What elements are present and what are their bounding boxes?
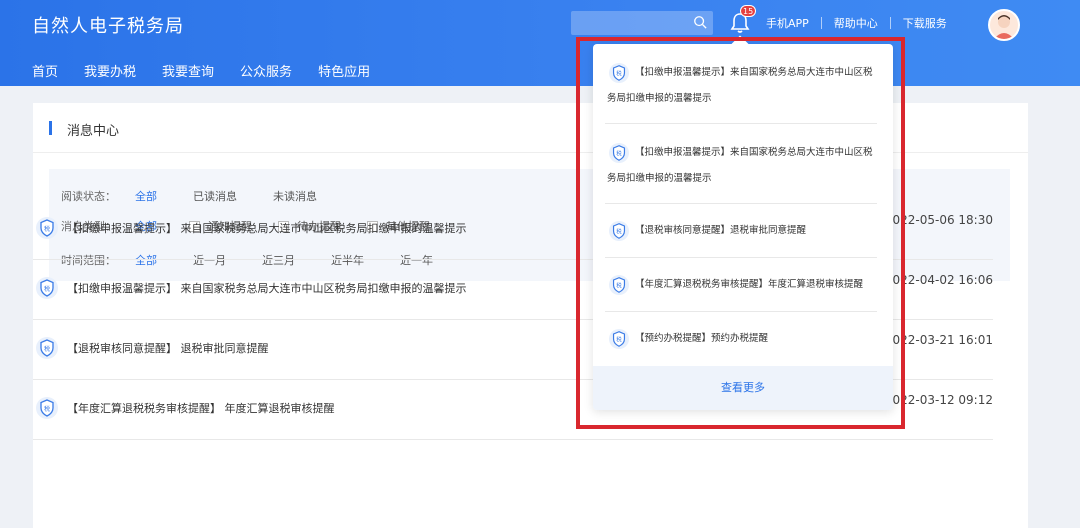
divider — [820, 17, 822, 29]
mobile-app-link[interactable]: 手机APP — [766, 15, 809, 31]
message-time: 2022-03-12 09:12 — [884, 393, 993, 407]
view-more-button[interactable]: 查看更多 — [593, 366, 893, 410]
dropdown-item[interactable]: 税 【预约办税提醒】预约办税提醒 — [605, 312, 877, 366]
tax-shield-icon: 税 — [36, 397, 58, 419]
message-text: 【扣缴申报温馨提示】 来自国家税务总局大连市中山区税务局扣缴申报的温馨提示 — [67, 282, 467, 295]
search-input[interactable] — [571, 11, 713, 35]
message-time: 2022-05-06 18:30 — [884, 213, 993, 227]
dropdown-item-text: 【预约办税提醒】预约办税提醒 — [635, 333, 769, 344]
notification-dropdown: 税 【扣缴申报温馨提示】来自国家税务总局大连市中山区税务局扣缴申报的温馨提示 税… — [593, 44, 893, 410]
search-icon[interactable] — [693, 15, 707, 29]
tax-shield-icon: 税 — [36, 217, 58, 239]
top-links: 手机APP 帮助中心 下载服务 — [766, 15, 947, 31]
avatar-image — [994, 15, 1014, 39]
message-text: 【扣缴申报温馨提示】 来自国家税务总局大连市中山区税务局扣缴申报的温馨提示 — [67, 222, 467, 235]
svg-text:税: 税 — [44, 225, 50, 233]
message-text: 【退税审核同意提醒】 退税审批同意提醒 — [67, 342, 269, 355]
svg-text:税: 税 — [44, 345, 50, 353]
avatar[interactable] — [988, 9, 1020, 41]
nav-home[interactable]: 首页 — [32, 61, 58, 80]
nav-query[interactable]: 我要查询 — [162, 61, 214, 80]
notification-badge: 15 — [740, 5, 757, 17]
main-nav: 首页 我要办税 我要查询 公众服务 特色应用 — [32, 61, 396, 80]
dropdown-item-text: 【扣缴申报温馨提示】来自国家税务总局大连市中山区税务局扣缴申报的温馨提示 — [607, 67, 873, 104]
title-accent — [49, 121, 52, 135]
dropdown-item[interactable]: 税 【扣缴申报温馨提示】来自国家税务总局大连市中山区税务局扣缴申报的温馨提示 — [605, 56, 877, 124]
nav-public-service[interactable]: 公众服务 — [240, 61, 292, 80]
svg-text:税: 税 — [44, 285, 50, 293]
page-title: 消息中心 — [67, 124, 120, 139]
divider — [889, 17, 891, 29]
dropdown-item[interactable]: 税 【退税审核同意提醒】退税审批同意提醒 — [605, 204, 877, 258]
app-title: 自然人电子税务局 — [32, 16, 184, 37]
dropdown-item-text: 【退税审核同意提醒】退税审批同意提醒 — [635, 225, 807, 236]
help-center-link[interactable]: 帮助中心 — [834, 15, 878, 31]
message-time: 2022-04-02 16:06 — [884, 273, 993, 287]
dropdown-item[interactable]: 税 【年度汇算退税税务审核提醒】年度汇算退税审核提醒 — [605, 258, 877, 312]
dropdown-item[interactable]: 税 【扣缴申报温馨提示】来自国家税务总局大连市中山区税务局扣缴申报的温馨提示 — [605, 136, 877, 204]
download-link[interactable]: 下载服务 — [903, 15, 947, 31]
tax-shield-icon: 税 — [36, 277, 58, 299]
message-text: 【年度汇算退税税务审核提醒】 年度汇算退税审核提醒 — [67, 402, 335, 415]
top-bar: 自然人电子税务局 首页 我要办税 我要查询 公众服务 特色应用 15 手机APP… — [0, 0, 1080, 86]
svg-text:税: 税 — [44, 405, 50, 413]
tax-shield-icon: 税 — [36, 337, 58, 359]
message-time: 2022-03-21 16:01 — [884, 333, 993, 347]
nav-tax-filing[interactable]: 我要办税 — [84, 61, 136, 80]
nav-special-apps[interactable]: 特色应用 — [318, 61, 370, 80]
dropdown-item-text: 【扣缴申报温馨提示】来自国家税务总局大连市中山区税务局扣缴申报的温馨提示 — [607, 147, 873, 184]
dropdown-item-text: 【年度汇算退税税务审核提醒】年度汇算退税审核提醒 — [635, 279, 864, 290]
